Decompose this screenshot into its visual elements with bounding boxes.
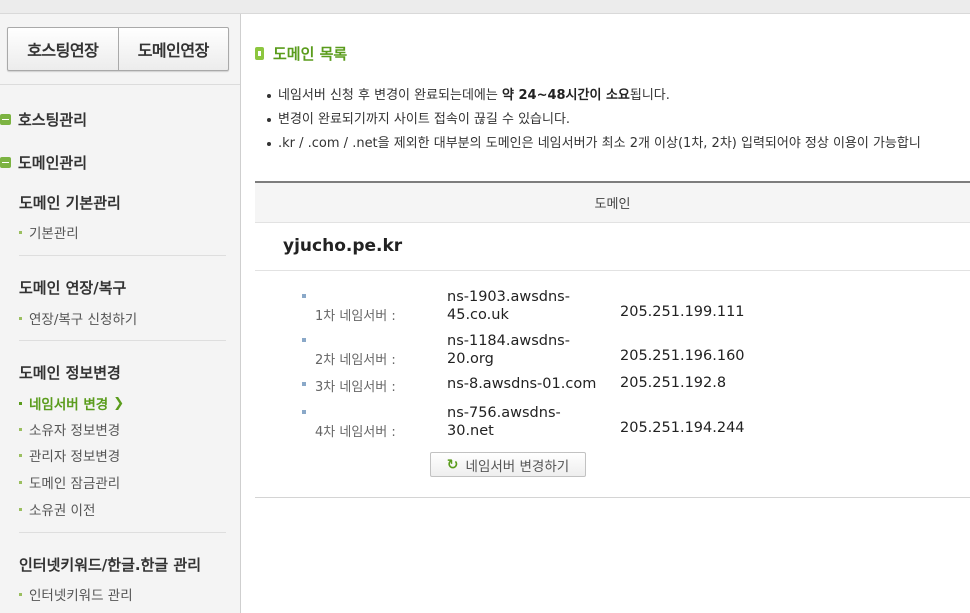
host-line: 45.co.uk [447, 307, 509, 323]
notice-list: 네임서버 신청 후 변경이 완료되는데에는 약 24~48시간이 소요 됩니다. … [267, 84, 967, 156]
host-line: ns-756.awsdns- [447, 405, 561, 421]
bullet-icon [302, 294, 306, 298]
bullet-icon [19, 230, 22, 234]
sidebar-item-keyword-manage[interactable]: 인터넷키워드 관리 [19, 584, 133, 604]
nameserver-ip: 205.251.196.160 [620, 348, 745, 364]
bullet-icon [267, 118, 271, 122]
nameserver-ip: 205.251.199.111 [620, 304, 745, 320]
domain-name: yjucho.pe.kr [283, 236, 403, 256]
bullet-icon [302, 338, 306, 342]
sidebar-item-ownership-transfer[interactable]: 소유권 이전 [19, 499, 95, 519]
sidebar-item-label: 기본관리 [29, 226, 79, 242]
sidebar-item-label: 관리자 정보변경 [29, 449, 121, 465]
notice-text: 변경이 완료되기까지 사이트 접속이 끊길 수 있습니다. [278, 112, 571, 127]
divider [19, 340, 226, 341]
sidebar-item-label: 네임서버 변경 [29, 397, 109, 413]
bullet-icon [19, 427, 22, 431]
nameserver-host: ns-8.awsdns-01.com [447, 375, 617, 393]
change-nameserver-button[interactable]: ↻ 네임서버 변경하기 [430, 452, 586, 477]
sidebar-item-label: 연장/복구 신청하기 [29, 312, 138, 328]
nameserver-label: 4차 네임서버 : [315, 425, 396, 440]
sidebar-item-basic-manage[interactable]: 기본관리 [19, 222, 79, 242]
bullet-icon [19, 592, 22, 596]
table-header: 도메인 [255, 181, 970, 223]
bullet-icon [302, 410, 306, 414]
sidebar: 호스팅연장 도메인연장 호스팅관리 도메인관리 도메인 기본관리 기본관리 도메… [0, 14, 241, 613]
nameserver-host: ns-756.awsdns- 30.net [447, 404, 617, 440]
divider [19, 532, 226, 533]
notice-emphasis: 약 24~48시간이 소요 [502, 88, 630, 103]
notice-text: 됩니다. [629, 88, 670, 103]
notice-text: .kr / .com / .net을 제외한 대부분의 도메인은 네임서버가 최… [278, 136, 921, 151]
sidebar-item-domain-lock[interactable]: 도메인 잠금관리 [19, 472, 120, 492]
nameserver-label: 3차 네임서버 : [315, 380, 396, 395]
sidebar-item-label: 소유자 정보변경 [29, 423, 121, 439]
sidebar-item-renew-request[interactable]: 연장/복구 신청하기 [19, 308, 137, 328]
section-domain-manage[interactable]: 도메인관리 [0, 152, 87, 173]
section-label: 도메인관리 [18, 154, 88, 172]
nameserver-host: ns-1903.awsdns- 45.co.uk [447, 288, 617, 324]
group-title-domain-renew: 도메인 연장/복구 [19, 279, 127, 297]
host-line: 30.net [447, 423, 494, 439]
hosting-extend-button[interactable]: 호스팅연장 [8, 28, 118, 70]
host-line: 20.org [447, 351, 494, 367]
notice-item: .kr / .com / .net을 제외한 대부분의 도메인은 네임서버가 최… [267, 132, 967, 156]
divider [255, 497, 970, 498]
divider [255, 270, 970, 271]
page-title-text: 도메인 목록 [273, 45, 348, 63]
host-line: ns-8.awsdns-01.com [447, 376, 597, 392]
sidebar-item-admin-info[interactable]: 관리자 정보변경 [19, 445, 120, 465]
section-label: 호스팅관리 [18, 111, 88, 129]
domain-extend-button[interactable]: 도메인연장 [117, 28, 229, 70]
host-line: ns-1184.awsdns- [447, 333, 570, 349]
bullet-icon [302, 382, 306, 386]
notice-item: 네임서버 신청 후 변경이 완료되는데에는 약 24~48시간이 소요 됩니다. [267, 84, 967, 108]
bullet-icon [19, 453, 22, 457]
main-content: 도메인 목록 네임서버 신청 후 변경이 완료되는데에는 약 24~48시간이 … [241, 14, 970, 613]
sidebar-item-nameserver-change[interactable]: 네임서버 변경 ❯ [19, 393, 124, 413]
bullet-icon [267, 142, 271, 146]
divider [19, 255, 226, 256]
group-title-keyword: 인터넷키워드/한글.한글 관리 [19, 556, 202, 574]
page-title: 도메인 목록 [255, 43, 347, 64]
bullet-icon [19, 507, 22, 511]
sidebar-item-label: 도메인 잠금관리 [29, 476, 121, 492]
collapse-icon [0, 157, 11, 168]
refresh-icon: ↻ [446, 456, 459, 473]
bullet-icon [19, 401, 22, 405]
nameserver-ip: 205.251.194.244 [620, 420, 745, 436]
host-line: ns-1903.awsdns- [447, 289, 570, 305]
title-marker-icon [255, 47, 264, 60]
top-bar [0, 0, 970, 14]
bullet-icon [19, 480, 22, 484]
collapse-icon [0, 114, 11, 125]
notice-item: 변경이 완료되기까지 사이트 접속이 끊길 수 있습니다. [267, 108, 967, 132]
section-hosting-manage[interactable]: 호스팅관리 [0, 109, 87, 130]
divider [0, 84, 240, 85]
group-title-domain-basic: 도메인 기본관리 [19, 194, 121, 212]
nameserver-host: ns-1184.awsdns- 20.org [447, 332, 617, 368]
bullet-icon [267, 94, 271, 98]
sidebar-item-owner-info[interactable]: 소유자 정보변경 [19, 419, 120, 439]
group-title-domain-info: 도메인 정보변경 [19, 364, 121, 382]
chevron-right-icon: ❯ [113, 395, 125, 411]
bullet-icon [19, 316, 22, 320]
nameserver-ip: 205.251.192.8 [620, 375, 727, 391]
nameserver-label: 1차 네임서버 : [315, 309, 396, 324]
nameserver-label: 2차 네임서버 : [315, 353, 396, 368]
sidebar-item-label: 인터넷키워드 관리 [29, 588, 133, 604]
notice-text: 네임서버 신청 후 변경이 완료되는데에는 [278, 88, 498, 103]
sidebar-item-label: 소유권 이전 [29, 503, 96, 519]
extend-buttons: 호스팅연장 도메인연장 [7, 27, 229, 71]
button-label: 네임서버 변경하기 [465, 458, 570, 475]
